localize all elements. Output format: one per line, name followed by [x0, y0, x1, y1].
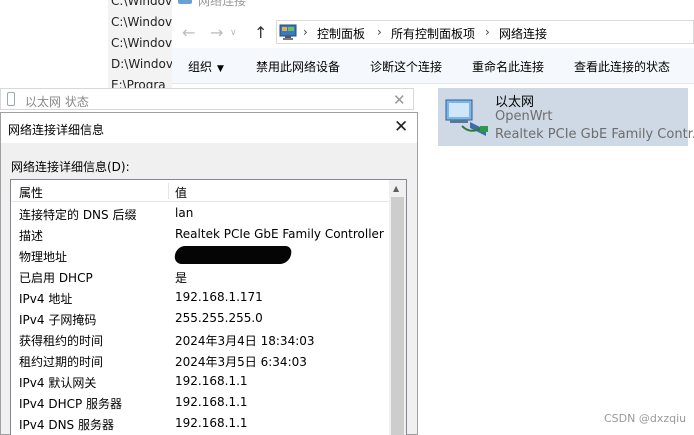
vertical-scrollbar[interactable]: ▲ [389, 180, 406, 435]
property-value: 2024年3月4日 18:34:03 [175, 334, 315, 348]
caret-down-icon: ▼ [217, 64, 224, 74]
property-value: 192.168.1.1 [175, 416, 248, 430]
ethernet-adapter-item[interactable]: 以太网 OpenWrt Realtek PCIe GbE Family Cont… [438, 88, 694, 146]
breadcrumb-separator-icon[interactable]: › [485, 25, 490, 39]
property-name: IPv4 DNS 服务器 [19, 418, 114, 432]
network-folder-icon [178, 0, 192, 4]
path-list: C:\Windov C:\Windov C:\Windov D:\Windov … [108, 0, 172, 100]
adapter-device: Realtek PCIe GbE Family Contr... [495, 127, 694, 142]
property-value: 是 [175, 271, 188, 285]
property-name: 租约过期的时间 [19, 355, 104, 369]
property-name: IPv4 子网掩码 [19, 313, 97, 327]
column-header-value[interactable]: 值 [175, 184, 187, 201]
network-adapter-icon [445, 99, 488, 136]
breadcrumb-network-connections[interactable]: 网络连接 [499, 25, 547, 42]
watermark: CSDN @dxzqiu [604, 412, 687, 425]
property-value: 192.168.1.171 [175, 290, 263, 304]
path-item[interactable]: D:\Windov [111, 57, 172, 71]
breadcrumb-separator-icon[interactable]: › [377, 25, 382, 39]
list-item[interactable]: 连接特定的 DNS 后缀 lan [11, 203, 389, 224]
arrow-left-icon[interactable]: ← [182, 23, 195, 42]
organize-label: 组织 [188, 60, 213, 74]
list-item[interactable]: 租约过期的时间 2024年3月5日 6:34:03 [11, 350, 389, 371]
details-list[interactable]: 属性 值 连接特定的 DNS 后缀 lan 描述 Realtek PCIe Gb… [10, 179, 407, 435]
breadcrumb-separator-icon[interactable]: › [303, 25, 308, 39]
window-titlebar: 网络连接 [172, 0, 694, 8]
property-value: 255.255.255.0 [175, 311, 263, 325]
list-item[interactable]: IPv4 DHCP 服务器 192.168.1.1 [11, 392, 389, 413]
property-name: 获得租约的时间 [19, 334, 104, 348]
rename-connection-button[interactable]: 重命名此连接 [472, 58, 544, 75]
property-value: 192.168.1.1 [175, 395, 248, 409]
arrow-up-icon[interactable]: ↑ [254, 23, 267, 42]
property-name: IPv4 DHCP 服务器 [19, 397, 123, 411]
window-title: 网络连接 [198, 0, 247, 8]
list-item[interactable]: IPv4 地址 192.168.1.171 [11, 287, 389, 308]
arrow-right-icon[interactable]: → [210, 23, 223, 42]
scrollbar-thumb[interactable] [391, 197, 404, 435]
breadcrumb-control-panel[interactable]: 控制面板 [317, 25, 365, 42]
column-header-property[interactable]: 属性 [19, 184, 43, 201]
property-name: IPv4 默认网关 [19, 376, 97, 390]
list-item[interactable]: 获得租约的时间 2024年3月4日 18:34:03 [11, 329, 389, 350]
connection-details-dialog: 网络连接详细信息 ✕ 网络连接详细信息(D): 属性 值 连接特定的 DNS 后… [0, 112, 418, 435]
breadcrumb-all-items[interactable]: 所有控制面板项 [391, 25, 475, 42]
column-divider[interactable] [168, 183, 169, 199]
organize-button[interactable]: 组织 ▼ [188, 58, 224, 75]
background-window: C:\Windov C:\Windov C:\Windov D:\Windov … [0, 0, 172, 100]
address-bar[interactable]: › 控制面板 › 所有控制面板项 › 网络连接 [276, 20, 694, 44]
view-status-button[interactable]: 查看此连接的状态 [574, 58, 670, 75]
details-section-label: 网络连接详细信息(D): [11, 160, 130, 174]
property-value: lan [175, 206, 194, 220]
ethernet-icon [7, 92, 15, 106]
ethernet-status-window: 以太网 状态 ✕ [0, 88, 414, 110]
path-item[interactable]: C:\Windov [111, 36, 172, 50]
scroll-up-icon[interactable]: ▲ [393, 184, 399, 193]
command-bar: 组织 ▼ 禁用此网络设备 诊断这个连接 重命名此连接 查看此连接的状态 [172, 48, 694, 84]
property-name: 描述 [19, 229, 44, 243]
status-window-title: 以太网 状态 [25, 95, 89, 109]
adapter-network: OpenWrt [495, 109, 553, 124]
list-item[interactable]: IPv4 子网掩码 255.255.255.0 [11, 308, 389, 329]
property-name: IPv4 地址 [19, 292, 73, 306]
list-item[interactable]: IPv4 DNS 服务器 192.168.1.1 [11, 413, 389, 434]
property-name: 连接特定的 DNS 后缀 [19, 208, 137, 222]
dialog-title: 网络连接详细信息 [8, 123, 105, 137]
list-item[interactable]: 物理地址 [11, 245, 389, 266]
property-name: 已启用 DHCP [19, 271, 93, 285]
chevron-down-icon[interactable]: ∨ [230, 28, 237, 38]
close-icon[interactable]: ✕ [394, 117, 408, 137]
redaction-mark [173, 246, 293, 264]
property-value: 192.168.1.1 [175, 374, 248, 388]
diagnose-connection-button[interactable]: 诊断这个连接 [370, 58, 442, 75]
property-value: Realtek PCIe GbE Family Controller [175, 227, 384, 241]
list-header: 属性 值 [11, 180, 389, 202]
list-item[interactable]: 已启用 DHCP 是 [11, 266, 389, 287]
disable-device-button[interactable]: 禁用此网络设备 [256, 58, 340, 75]
path-item[interactable]: C:\Windov [111, 0, 172, 8]
dialog-titlebar: 网络连接详细信息 ✕ [1, 113, 417, 143]
list-item[interactable]: 描述 Realtek PCIe GbE Family Controller [11, 224, 389, 245]
adapter-name: 以太网 [495, 95, 535, 110]
path-item[interactable]: C:\Windov [111, 15, 172, 29]
property-value: 2024年3月5日 6:34:03 [175, 355, 307, 369]
list-item[interactable]: IPv4 默认网关 192.168.1.1 [11, 371, 389, 392]
control-panel-icon [279, 24, 297, 40]
close-icon[interactable]: ✕ [393, 91, 406, 109]
property-name: 物理地址 [19, 250, 68, 264]
